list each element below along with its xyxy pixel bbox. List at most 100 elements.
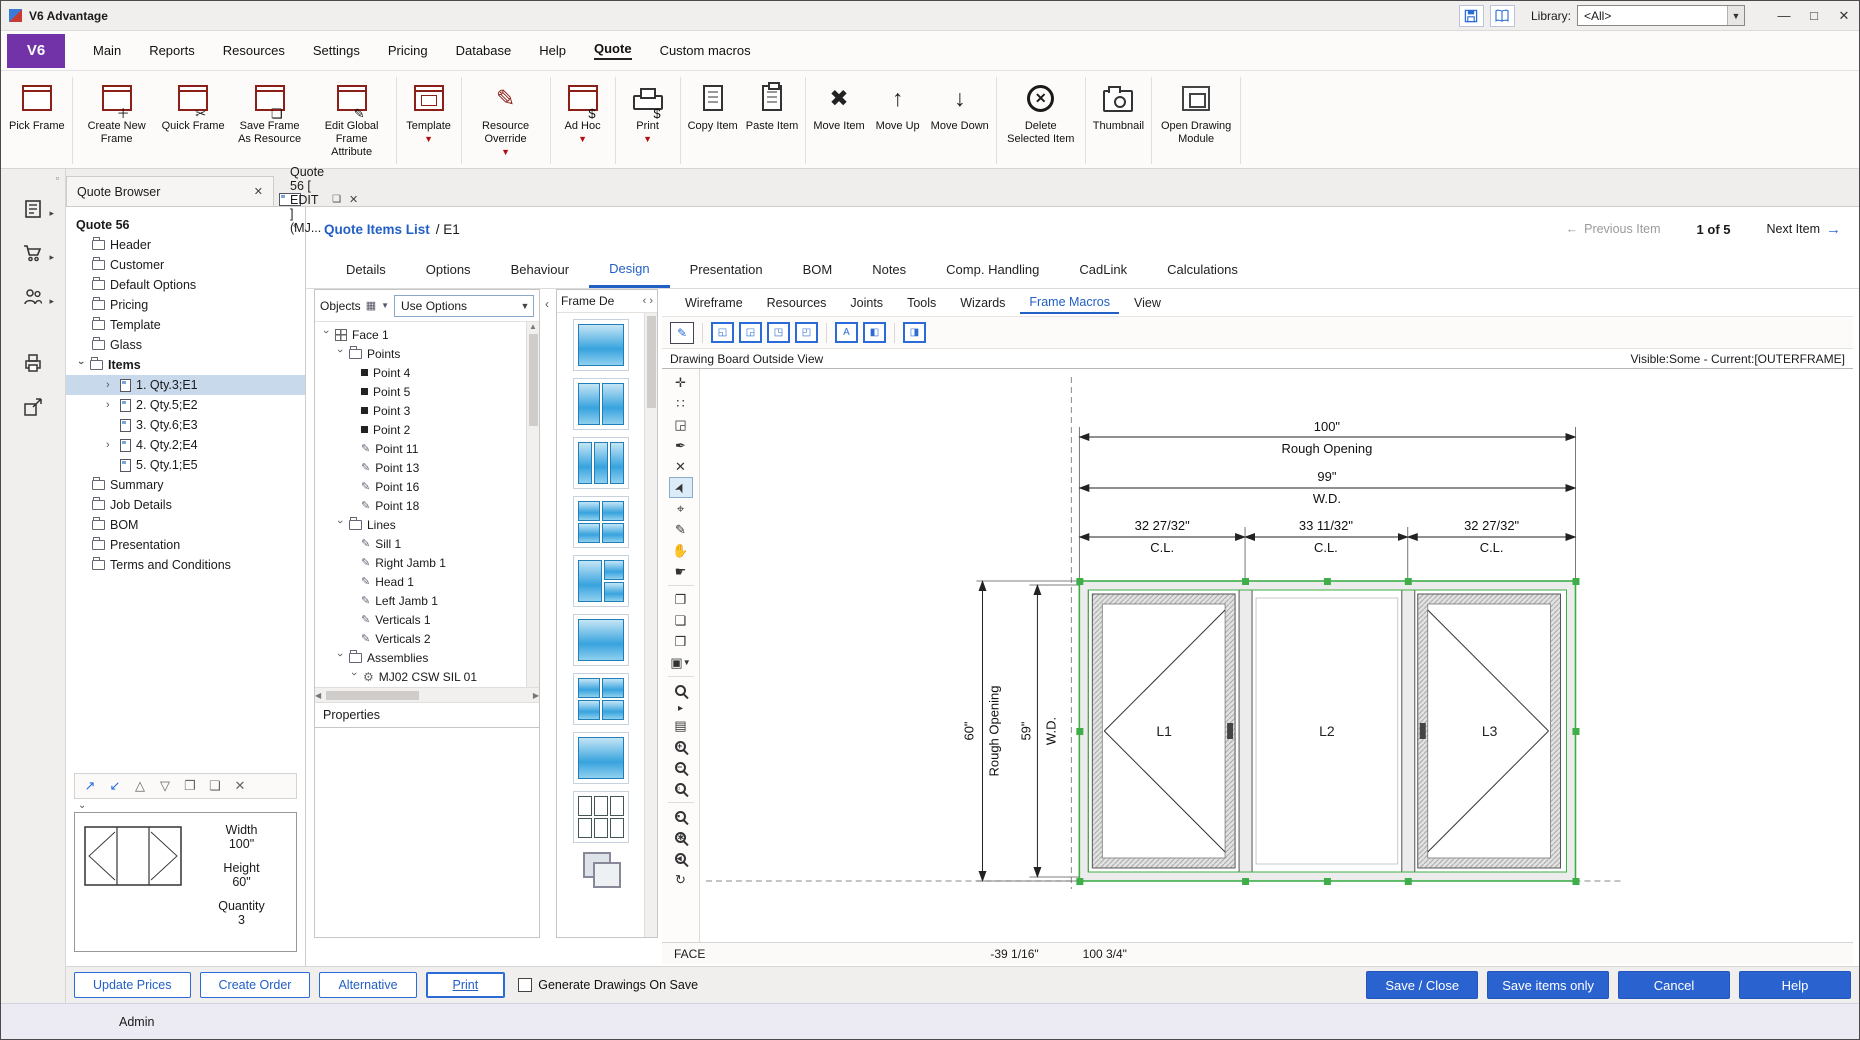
- menu-main[interactable]: Main: [79, 31, 135, 70]
- edit-global-frame-attribute-button[interactable]: ✎ Edit Global Frame Attribute: [311, 73, 393, 168]
- scrollbar-thumb[interactable]: [647, 316, 656, 408]
- copy-icon[interactable]: ❐: [179, 776, 201, 796]
- generate-drawings-checkbox[interactable]: [518, 978, 532, 992]
- tree-node-job-details[interactable]: Job Details: [66, 495, 305, 515]
- help-button[interactable]: Help: [1739, 971, 1851, 999]
- menu-database[interactable]: Database: [442, 31, 526, 70]
- tab-view[interactable]: View: [1125, 292, 1170, 313]
- chevron-down-icon[interactable]: ›: [320, 330, 331, 339]
- nav-right-icon[interactable]: ›: [649, 295, 653, 307]
- save-view-tool[interactable]: ▤: [669, 715, 693, 736]
- frame-macro-button-1[interactable]: ◱: [711, 322, 734, 343]
- scroll-right-icon[interactable]: ▶: [533, 691, 539, 700]
- delete-icon[interactable]: ✕: [229, 776, 251, 796]
- triangle-up-icon[interactable]: △: [129, 776, 151, 796]
- zoom-previous-tool[interactable]: ◂: [669, 848, 693, 869]
- save-frame-as-resource-button[interactable]: ❏ Save Frame As Resource: [229, 73, 311, 168]
- tree-node-pricing[interactable]: Pricing: [66, 295, 305, 315]
- refresh-view-tool[interactable]: ↻: [669, 869, 693, 890]
- export-strip-button[interactable]: [12, 389, 54, 425]
- tree-point[interactable]: Point 5: [315, 382, 526, 401]
- objects-vertical-scrollbar[interactable]: ▲: [526, 322, 539, 687]
- frame-thumb-picture[interactable]: [573, 614, 629, 666]
- frame-thumb-fixed[interactable]: [573, 732, 629, 784]
- tree-point[interactable]: Point 3: [315, 401, 526, 420]
- tree-line[interactable]: ✎Right Jamb 1: [315, 553, 526, 572]
- open-drawing-module-button[interactable]: Open Drawing Module: [1155, 73, 1237, 168]
- tree-line[interactable]: ✎Verticals 2: [315, 629, 526, 648]
- dropdown-arrow-icon[interactable]: ▼: [501, 148, 510, 157]
- scroll-up-icon[interactable]: ▲: [529, 322, 537, 331]
- reports-strip-button[interactable]: [12, 345, 54, 381]
- tree-node-summary[interactable]: Summary: [66, 475, 305, 495]
- frame-macro-button-2[interactable]: ◲: [739, 322, 762, 343]
- tree-lines-group[interactable]: ›Lines: [315, 515, 526, 534]
- quick-frame-button[interactable]: ✂ Quick Frame: [158, 73, 229, 168]
- move-item-button[interactable]: ✖ Move Item: [809, 73, 868, 168]
- tree-node-template[interactable]: Template: [66, 315, 305, 335]
- collapse-chevron-icon[interactable]: ⌄: [74, 799, 297, 812]
- duplicate-icon[interactable]: ❏: [204, 776, 226, 796]
- close-icon[interactable]: ✕: [254, 185, 263, 198]
- tab-presentation[interactable]: Presentation: [670, 251, 783, 288]
- drawing-sheet-icon[interactable]: ✎: [670, 322, 694, 344]
- tab-wireframe[interactable]: Wireframe: [676, 292, 752, 313]
- tab-tools[interactable]: Tools: [898, 292, 945, 313]
- tree-point[interactable]: ✎Point 16: [315, 477, 526, 496]
- frame-thumb-single[interactable]: [573, 319, 629, 371]
- tab-bom[interactable]: BOM: [783, 251, 853, 288]
- delete-object-tool[interactable]: ✕: [669, 456, 693, 477]
- chevron-down-icon[interactable]: ›: [348, 672, 359, 681]
- objects-filter-icon[interactable]: ▦: [366, 299, 376, 312]
- tab-cadlink[interactable]: CadLink: [1059, 251, 1147, 288]
- tree-node-customer[interactable]: Customer: [66, 255, 305, 275]
- menu-help[interactable]: Help: [525, 31, 580, 70]
- close-button[interactable]: ✕: [1829, 1, 1859, 30]
- move-up-button[interactable]: ↑ Move Up: [869, 73, 927, 168]
- chevron-down-icon[interactable]: ›: [334, 520, 345, 529]
- tree-node-bom[interactable]: BOM: [66, 515, 305, 535]
- expander-icon[interactable]: ›: [106, 380, 115, 391]
- tree-node-glass[interactable]: Glass: [66, 335, 305, 355]
- dock-pin-icon[interactable]: ▫: [56, 173, 59, 183]
- multi-point-tool[interactable]: ∷: [669, 393, 693, 414]
- tree-node-items[interactable]: ›Items: [66, 355, 305, 375]
- dropdown-arrow-icon[interactable]: ▼: [578, 135, 587, 144]
- pick-hand-tool[interactable]: ☛: [669, 561, 693, 582]
- menu-reports[interactable]: Reports: [135, 31, 209, 70]
- triangle-down-icon[interactable]: ▽: [154, 776, 176, 796]
- duplicate-tool[interactable]: ❏: [669, 610, 693, 631]
- add-point-tool[interactable]: ✛: [669, 372, 693, 393]
- frame-macro-button-3[interactable]: ◳: [767, 322, 790, 343]
- zoom-selected-tool[interactable]: ▪: [669, 806, 693, 827]
- zoom-window-tool[interactable]: [669, 680, 693, 701]
- draw-cursor-tool[interactable]: ✎: [669, 519, 693, 540]
- tree-point[interactable]: Point 4: [315, 363, 526, 382]
- create-new-frame-button[interactable]: ＋ Create New Frame: [76, 73, 158, 168]
- v6-logo[interactable]: V6: [7, 34, 65, 68]
- resource-override-button[interactable]: ✎ Resource Override ▼: [465, 73, 547, 168]
- frame-macro-button-5[interactable]: A: [835, 322, 858, 343]
- dropdown-arrow-icon[interactable]: ▼: [643, 135, 652, 144]
- save-close-button[interactable]: Save / Close: [1366, 971, 1478, 999]
- library-book-button[interactable]: [1490, 5, 1515, 27]
- quote-tree-root[interactable]: Quote 56 ‹: [66, 215, 305, 235]
- tab-frame-macros[interactable]: Frame Macros: [1020, 291, 1119, 314]
- collapse-objects-icon[interactable]: ‹: [545, 297, 549, 966]
- tree-line[interactable]: ✎Head 1: [315, 572, 526, 591]
- zoom-all-tool[interactable]: ∗: [669, 827, 693, 848]
- menu-settings[interactable]: Settings: [299, 31, 374, 70]
- frame-thumb-grid[interactable]: [573, 791, 629, 843]
- tree-line[interactable]: ✎Sill 1: [315, 534, 526, 553]
- cart-strip-button[interactable]: ▸: [12, 235, 54, 271]
- zoom-in-tool[interactable]: +: [669, 736, 693, 757]
- zoom-region-tool[interactable]: ▫: [669, 778, 693, 799]
- flyout-arrow-icon[interactable]: ▸: [669, 701, 693, 715]
- frame-macro-button-4[interactable]: ◰: [795, 322, 818, 343]
- use-options-select[interactable]: Use Options ▼: [394, 295, 534, 317]
- expander-icon[interactable]: ›: [106, 440, 115, 451]
- tree-node-default-options[interactable]: Default Options: [66, 275, 305, 295]
- frame-thumb-stack[interactable]: [573, 850, 629, 890]
- tab-wizards[interactable]: Wizards: [951, 292, 1014, 313]
- copy-tool[interactable]: ❐: [669, 589, 693, 610]
